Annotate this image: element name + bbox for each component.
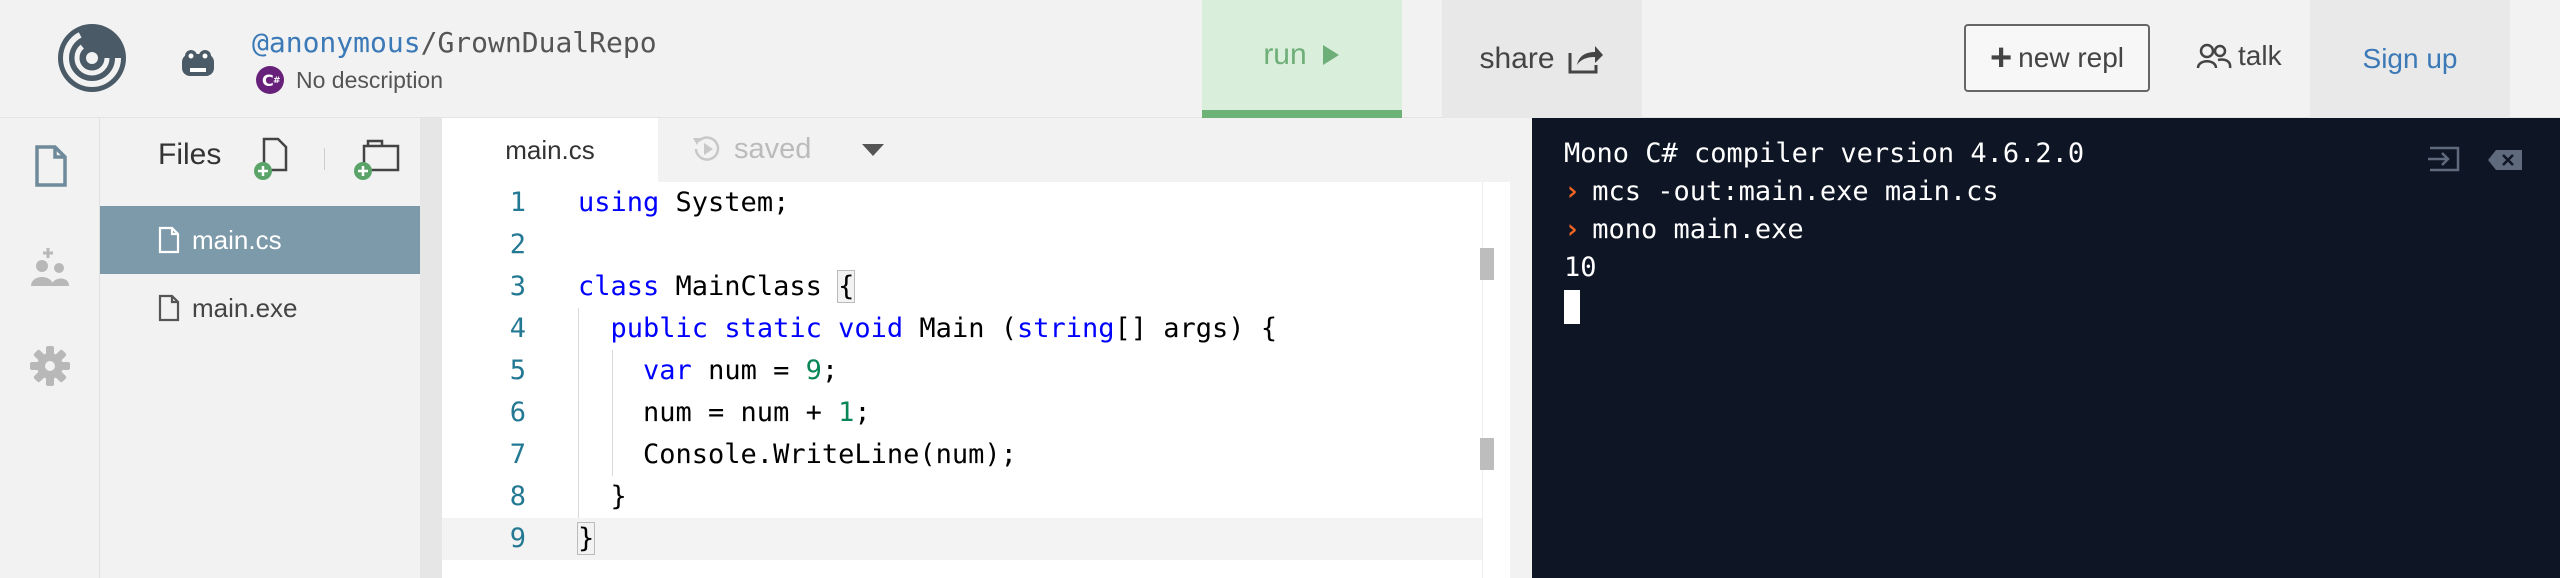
code-line[interactable]: 9}: [442, 518, 1510, 560]
line-number: 7: [509, 439, 526, 470]
play-icon: [1322, 45, 1339, 65]
scrollbar-marker: [1480, 438, 1494, 470]
line-code: public static void Main (string[] args) …: [610, 313, 1278, 344]
files-panel: Files main.cs main.exe: [100, 118, 420, 578]
run-label: run: [1263, 38, 1307, 71]
share-icon: [1568, 46, 1603, 74]
panel-resize-handle[interactable]: [420, 118, 442, 578]
scrollbar-marker: [1480, 248, 1494, 280]
clear-console-icon[interactable]: [2486, 148, 2524, 172]
line-code: num = num + 1;: [578, 397, 871, 428]
line-code: using System;: [578, 187, 790, 218]
svg-text:C: C: [262, 71, 274, 90]
multiplayer-icon[interactable]: [28, 244, 72, 288]
line-code: }: [578, 481, 627, 512]
new-repl-label: new repl: [2018, 42, 2125, 73]
indent-guide: [612, 350, 613, 476]
line-code: Console.WriteLine(num);: [578, 439, 1017, 470]
line-number: 5: [509, 355, 526, 386]
top-header: @anonymous/GrownDualRepo C # No descript…: [0, 0, 2560, 118]
console-text: mono main.exe: [1592, 214, 1804, 245]
console-output-line: › mcs -out:main.exe main.cs: [1564, 176, 1999, 207]
repo-title: @anonymous/GrownDualRepo: [252, 26, 657, 59]
console-text: Mono C# compiler version 4.6.2.0: [1564, 138, 2085, 169]
signup-label: Sign up: [2362, 43, 2458, 74]
editor-tab-bar: main.cs saved: [442, 118, 1510, 182]
people-icon: [2196, 43, 2232, 69]
file-name: main.exe: [192, 292, 298, 323]
settings-gear-icon[interactable]: [28, 344, 72, 388]
file-icon: [158, 226, 180, 254]
code-line[interactable]: 1 using System;: [442, 182, 1510, 224]
replit-logo-icon[interactable]: [56, 22, 128, 94]
run-button[interactable]: run: [1202, 0, 1402, 118]
line-code: }: [576, 522, 596, 555]
console-panel[interactable]: Mono C# compiler version 4.6.2.0 › mcs -ou…: [1532, 118, 2560, 578]
console-text: 10: [1564, 252, 1597, 283]
code-editor: main.cs saved 1 using System; 2 3 class Main…: [442, 118, 1510, 578]
console-output-line: Mono C# compiler version 4.6.2.0: [1564, 138, 2084, 169]
editor-console-gap: [1510, 118, 1532, 578]
files-toolbar-divider: [324, 148, 325, 170]
new-repl-button[interactable]: + new repl: [1964, 24, 2150, 92]
description-text: No description: [296, 66, 444, 93]
prompt-chevron-icon: ›: [1564, 214, 1581, 245]
code-line[interactable]: 8 }: [442, 476, 1510, 518]
repo-description: C # No description: [254, 64, 443, 96]
indent-guide: [578, 308, 579, 518]
talk-label: talk: [2238, 40, 2282, 71]
saved-indicator: saved: [690, 132, 811, 166]
line-number: 8: [509, 481, 526, 512]
file-name: main.cs: [192, 224, 282, 255]
file-item-main-exe[interactable]: main.exe: [100, 274, 420, 342]
chevron-down-icon[interactable]: [858, 138, 888, 162]
line-number: 2: [509, 229, 526, 260]
line-code: var num = 9;: [643, 355, 839, 386]
username-link[interactable]: @anonymous: [252, 26, 421, 59]
console-output-line: › mono main.exe: [1564, 214, 1804, 245]
line-number: 4: [509, 313, 526, 344]
share-button[interactable]: share: [1442, 0, 1642, 118]
tab-main-cs[interactable]: main.cs: [442, 118, 658, 182]
add-file-icon[interactable]: [252, 136, 292, 182]
csharp-language-icon: C #: [256, 66, 284, 94]
share-label: share: [1479, 42, 1555, 75]
tab-label: main.cs: [505, 134, 595, 165]
talk-link[interactable]: talk: [2196, 40, 2282, 72]
code-line[interactable]: 4 public static void Main (string[] args…: [442, 308, 1510, 350]
saved-label: saved: [734, 132, 812, 165]
editor-scrollbar[interactable]: [1482, 182, 1510, 578]
plus-icon: +: [1989, 37, 2013, 79]
code-line[interactable]: 3 class MainClass {: [442, 266, 1510, 308]
code-line[interactable]: 7 Console.WriteLine(num);: [442, 434, 1510, 476]
signup-button[interactable]: Sign up: [2310, 0, 2510, 118]
line-code: class MainClass {: [578, 270, 856, 303]
line-number: 9: [509, 523, 526, 554]
file-item-main-cs[interactable]: main.cs: [100, 206, 420, 274]
line-number: 6: [509, 397, 526, 428]
console-cursor: [1564, 290, 1580, 324]
files-icon[interactable]: [28, 144, 72, 188]
file-icon: [158, 294, 180, 322]
exit-console-icon[interactable]: [2426, 144, 2464, 174]
console-text: mcs -out:main.exe main.cs: [1592, 176, 1999, 207]
anonymous-avatar-icon[interactable]: [176, 42, 220, 82]
repo-separator: /: [420, 26, 438, 59]
code-line[interactable]: 6 num = num + 1;: [442, 392, 1510, 434]
console-output-line: 10: [1564, 252, 1597, 283]
line-number: 1: [509, 187, 526, 218]
code-line[interactable]: 5 var num = 9;: [442, 350, 1510, 392]
prompt-chevron-icon: ›: [1564, 176, 1581, 207]
add-folder-icon[interactable]: [352, 136, 402, 182]
left-icon-rail: [0, 118, 100, 578]
line-number: 3: [509, 271, 526, 302]
code-lines[interactable]: 1 using System; 2 3 class MainClass { 4 publi…: [442, 182, 1510, 578]
repo-name[interactable]: GrownDualRepo: [437, 26, 656, 59]
svg-text:#: #: [273, 76, 281, 86]
history-icon: [693, 136, 720, 161]
files-panel-title: Files: [158, 138, 222, 171]
code-line[interactable]: 2: [442, 224, 1510, 266]
